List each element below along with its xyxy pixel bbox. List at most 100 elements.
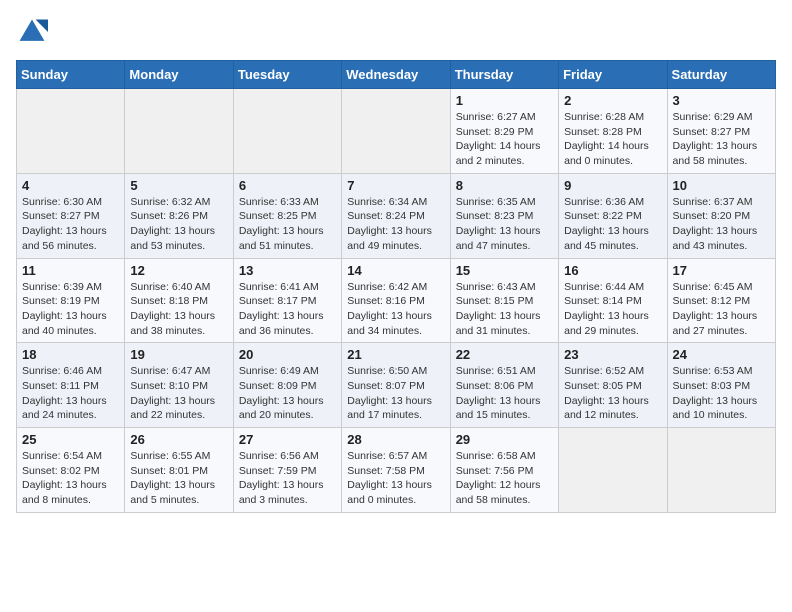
day-number: 24 — [673, 347, 770, 362]
calendar-cell: 7Sunrise: 6:34 AM Sunset: 8:24 PM Daylig… — [342, 173, 450, 258]
day-number: 8 — [456, 178, 553, 193]
day-info: Sunrise: 6:45 AM Sunset: 8:12 PM Dayligh… — [673, 280, 770, 339]
day-number: 28 — [347, 432, 444, 447]
calendar-cell: 23 Sunrise: 6:52 AM Sunset: 8:05 PM Dayli… — [559, 343, 667, 428]
day-info: Sunrise: 6:57 AM Sunset: 7:58 PM Dayligh… — [347, 449, 444, 508]
weekday-header-sunday: Sunday — [17, 61, 125, 89]
day-info: Sunrise: 6:43 AM Sunset: 8:15 PM Dayligh… — [456, 280, 553, 339]
calendar-cell: 19Sunrise: 6:47 AM Sunset: 8:10 PM Dayli… — [125, 343, 233, 428]
calendar-cell: 14 Sunrise: 6:42 AM Sunset: 8:16 PM Dayli… — [342, 258, 450, 343]
calendar-cell: 8 Sunrise: 6:35 AM Sunset: 8:23 PM Daylig… — [450, 173, 558, 258]
day-info: Sunrise: 6:49 AM Sunset: 8:09 PM Dayligh… — [239, 364, 336, 423]
calendar-cell: 24 Sunrise: 6:53 AM Sunset: 8:03 PM Dayli… — [667, 343, 775, 428]
calendar-cell: 21 Sunrise: 6:50 AM Sunset: 8:07 PM Dayli… — [342, 343, 450, 428]
day-info: Sunrise: 6:36 AM Sunset: 8:22 PM Dayligh… — [564, 195, 661, 254]
calendar-week-3: 18 Sunrise: 6:46 AM Sunset: 8:11 PM Dayli… — [17, 343, 776, 428]
calendar-cell: 29 Sunrise: 6:58 AM Sunset: 7:56 PM Dayli… — [450, 428, 558, 513]
calendar-header-row: SundayMondayTuesdayWednesdayThursdayFrid… — [17, 61, 776, 89]
day-info: Sunrise: 6:58 AM Sunset: 7:56 PM Dayligh… — [456, 449, 553, 508]
day-info: Sunrise: 6:53 AM Sunset: 8:03 PM Dayligh… — [673, 364, 770, 423]
day-info: Sunrise: 6:35 AM Sunset: 8:23 PM Dayligh… — [456, 195, 553, 254]
day-number: 6 — [239, 178, 336, 193]
calendar-cell: 4 Sunrise: 6:30 AM Sunset: 8:27 PM Daylig… — [17, 173, 125, 258]
day-info: Sunrise: 6:33 AM Sunset: 8:25 PM Dayligh… — [239, 195, 336, 254]
calendar-cell: 1 Sunrise: 6:27 AM Sunset: 8:29 PM Daylig… — [450, 89, 558, 174]
day-number: 13 — [239, 263, 336, 278]
weekday-header-monday: Monday — [125, 61, 233, 89]
calendar-cell: 10 Sunrise: 6:37 AM Sunset: 8:20 PM Dayli… — [667, 173, 775, 258]
calendar-cell: 20 Sunrise: 6:49 AM Sunset: 8:09 PM Dayli… — [233, 343, 341, 428]
calendar-week-4: 25 Sunrise: 6:54 AM Sunset: 8:02 PM Dayli… — [17, 428, 776, 513]
logo-icon — [16, 16, 48, 48]
calendar-table: SundayMondayTuesdayWednesdayThursdayFrid… — [16, 60, 776, 513]
day-number: 9 — [564, 178, 661, 193]
day-number: 26 — [130, 432, 227, 447]
day-number: 29 — [456, 432, 553, 447]
day-number: 7 — [347, 178, 444, 193]
logo — [16, 16, 52, 48]
day-number: 16 — [564, 263, 661, 278]
day-number: 15 — [456, 263, 553, 278]
day-info: Sunrise: 6:27 AM Sunset: 8:29 PM Dayligh… — [456, 110, 553, 169]
day-number: 14 — [347, 263, 444, 278]
day-info: Sunrise: 6:47 AM Sunset: 8:10 PM Dayligh… — [130, 364, 227, 423]
calendar-cell — [667, 428, 775, 513]
calendar-cell: 26 Sunrise: 6:55 AM Sunset: 8:01 PM Dayli… — [125, 428, 233, 513]
day-number: 3 — [673, 93, 770, 108]
calendar-cell: 6 Sunrise: 6:33 AM Sunset: 8:25 PM Daylig… — [233, 173, 341, 258]
day-info: Sunrise: 6:52 AM Sunset: 8:05 PM Dayligh… — [564, 364, 661, 423]
calendar-cell: 3 Sunrise: 6:29 AM Sunset: 8:27 PM Daylig… — [667, 89, 775, 174]
day-number: 2 — [564, 93, 661, 108]
calendar-cell: 25 Sunrise: 6:54 AM Sunset: 8:02 PM Dayli… — [17, 428, 125, 513]
calendar-cell: 5 Sunrise: 6:32 AM Sunset: 8:26 PM Daylig… — [125, 173, 233, 258]
day-number: 25 — [22, 432, 119, 447]
calendar-body: 1 Sunrise: 6:27 AM Sunset: 8:29 PM Daylig… — [17, 89, 776, 513]
day-number: 18 — [22, 347, 119, 362]
day-number: 22 — [456, 347, 553, 362]
calendar-cell — [233, 89, 341, 174]
calendar-cell: 18 Sunrise: 6:46 AM Sunset: 8:11 PM Dayli… — [17, 343, 125, 428]
day-number: 1 — [456, 93, 553, 108]
day-info: Sunrise: 6:55 AM Sunset: 8:01 PM Dayligh… — [130, 449, 227, 508]
calendar-cell: 15 Sunrise: 6:43 AM Sunset: 8:15 PM Dayli… — [450, 258, 558, 343]
calendar-cell: 2 Sunrise: 6:28 AM Sunset: 8:28 PM Daylig… — [559, 89, 667, 174]
calendar-cell: 22Sunrise: 6:51 AM Sunset: 8:06 PM Dayli… — [450, 343, 558, 428]
day-info: Sunrise: 6:44 AM Sunset: 8:14 PM Dayligh… — [564, 280, 661, 339]
day-info: Sunrise: 6:41 AM Sunset: 8:17 PM Dayligh… — [239, 280, 336, 339]
weekday-header-tuesday: Tuesday — [233, 61, 341, 89]
day-number: 10 — [673, 178, 770, 193]
calendar-cell — [125, 89, 233, 174]
calendar-cell — [342, 89, 450, 174]
calendar-cell: 13 Sunrise: 6:41 AM Sunset: 8:17 PM Dayli… — [233, 258, 341, 343]
day-info: Sunrise: 6:54 AM Sunset: 8:02 PM Dayligh… — [22, 449, 119, 508]
day-info: Sunrise: 6:28 AM Sunset: 8:28 PM Dayligh… — [564, 110, 661, 169]
calendar-cell: 12 Sunrise: 6:40 AM Sunset: 8:18 PM Dayli… — [125, 258, 233, 343]
weekday-header-saturday: Saturday — [667, 61, 775, 89]
day-number: 17 — [673, 263, 770, 278]
calendar-week-2: 11 Sunrise: 6:39 AM Sunset: 8:19 PM Dayli… — [17, 258, 776, 343]
calendar-cell — [559, 428, 667, 513]
calendar-week-0: 1 Sunrise: 6:27 AM Sunset: 8:29 PM Daylig… — [17, 89, 776, 174]
day-info: Sunrise: 6:42 AM Sunset: 8:16 PM Dayligh… — [347, 280, 444, 339]
day-number: 20 — [239, 347, 336, 362]
weekday-header-wednesday: Wednesday — [342, 61, 450, 89]
day-info: Sunrise: 6:40 AM Sunset: 8:18 PM Dayligh… — [130, 280, 227, 339]
day-number: 4 — [22, 178, 119, 193]
day-number: 11 — [22, 263, 119, 278]
day-info: Sunrise: 6:30 AM Sunset: 8:27 PM Dayligh… — [22, 195, 119, 254]
day-info: Sunrise: 6:32 AM Sunset: 8:26 PM Dayligh… — [130, 195, 227, 254]
day-info: Sunrise: 6:37 AM Sunset: 8:20 PM Dayligh… — [673, 195, 770, 254]
day-number: 5 — [130, 178, 227, 193]
day-number: 12 — [130, 263, 227, 278]
calendar-cell — [17, 89, 125, 174]
day-info: Sunrise: 6:46 AM Sunset: 8:11 PM Dayligh… — [22, 364, 119, 423]
day-info: Sunrise: 6:50 AM Sunset: 8:07 PM Dayligh… — [347, 364, 444, 423]
calendar-cell: 16 Sunrise: 6:44 AM Sunset: 8:14 PM Dayli… — [559, 258, 667, 343]
day-number: 23 — [564, 347, 661, 362]
day-number: 21 — [347, 347, 444, 362]
day-info: Sunrise: 6:29 AM Sunset: 8:27 PM Dayligh… — [673, 110, 770, 169]
weekday-header-thursday: Thursday — [450, 61, 558, 89]
header — [16, 16, 776, 48]
day-info: Sunrise: 6:56 AM Sunset: 7:59 PM Dayligh… — [239, 449, 336, 508]
day-info: Sunrise: 6:39 AM Sunset: 8:19 PM Dayligh… — [22, 280, 119, 339]
